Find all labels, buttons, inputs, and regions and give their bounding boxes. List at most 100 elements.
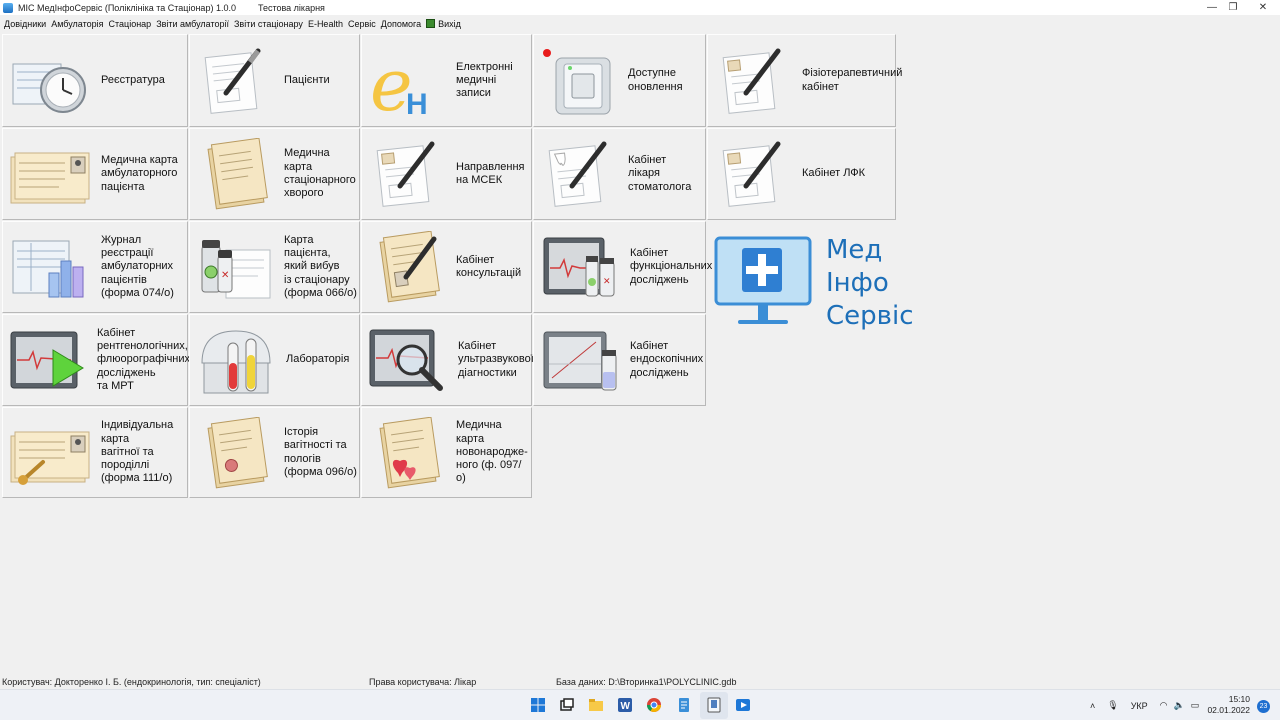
tile-kabinet-konsultatsii[interactable]: Кабінет консультацій <box>361 221 532 313</box>
ehealth-logo-icon: e H <box>370 44 428 118</box>
tile-kabinet-endoskopichnykh[interactable]: Кабінет ендоскопічних досліджень <box>533 314 706 406</box>
status-database: База даних: D:\Вторинка1\POLYCLINIC.gdb <box>556 677 737 687</box>
file-explorer-icon[interactable] <box>588 697 604 713</box>
tile-istoriia-vahitnosti[interactable]: Історія вагітності та пологів (форма 096… <box>189 407 360 498</box>
menu-servis[interactable]: Сервіс <box>348 19 376 29</box>
chrome-icon[interactable] <box>646 697 662 713</box>
tile-label: Кабінет ЛФК <box>802 167 866 180</box>
medical-card-icon <box>10 152 90 204</box>
tile-zhurnal-reiestratsii[interactable]: Журнал реєстрації амбулаторних пацієнтів… <box>2 221 188 313</box>
tile-label: Карта пацієнта, який вибув із стаціонару… <box>284 233 357 299</box>
folder-pen-icon <box>379 231 440 303</box>
clock-date: 02.01.2022 <box>1207 705 1250 715</box>
tile-label: Електронні медичні записи <box>456 60 513 100</box>
clock[interactable]: 15:10 02.01.2022 <box>1207 694 1250 716</box>
menu-ambulatoriia[interactable]: Амбулаторія <box>51 19 103 29</box>
tile-label: Кабінет функціональних досліджень <box>630 247 713 286</box>
windows-start-icon[interactable] <box>530 697 546 713</box>
medinfoservis-logo-icon <box>714 236 812 324</box>
switch-icon <box>543 48 611 114</box>
tile-kabinet-funktsionalnykh[interactable]: ✕ Кабінет функціональних досліджень <box>533 221 712 313</box>
tile-label: Журнал реєстрації амбулаторних пацієнтів… <box>101 233 174 299</box>
menu-exit[interactable]: Вихід <box>426 19 461 29</box>
svg-text:✕: ✕ <box>221 270 229 281</box>
menu-zvity-statsionaru[interactable]: Звіти стаціонару <box>234 19 303 29</box>
maximize-button[interactable]: ❐ <box>1216 0 1250 15</box>
svg-text:W: W <box>621 701 631 712</box>
tile-label: Медична карта амбулаторного пацієнта <box>101 154 178 193</box>
tile-label: Медична карта новонародже- ного (ф. 097/… <box>456 419 528 485</box>
monitor-vials-icon: ✕ <box>543 237 615 297</box>
notepad-icon[interactable] <box>676 697 692 713</box>
tile-karta-novonarodzhenoho[interactable]: Медична карта новонародже- ного (ф. 097/… <box>361 407 532 498</box>
volume-icon[interactable]: 🔈 <box>1174 700 1185 711</box>
endoscopy-monitor-icon <box>543 331 617 391</box>
tile-kabinet-lfk[interactable]: Кабінет ЛФК <box>707 128 896 220</box>
menu-bar: Довідники Амбулаторія Стаціонар Звіти ам… <box>0 16 1280 32</box>
tile-elektronni-zapysy[interactable]: e H Електронні медичні записи <box>361 34 532 127</box>
tile-label: Кабінет ультразвукової діагностики <box>458 340 534 379</box>
test-tubes-icon <box>201 330 271 394</box>
tile-dostupne-onovlennia[interactable]: Доступне оновлення <box>533 34 706 127</box>
tile-medychna-karta-statsionarnoho[interactable]: Медична карта стаціонарного хворого <box>189 128 360 220</box>
language-indicator[interactable]: УКР <box>1131 701 1148 711</box>
tile-label: Лабораторія <box>286 353 350 366</box>
wifi-icon[interactable]: ◠ <box>1160 700 1168 711</box>
logo-text: Мед Інфо Сервіс <box>826 235 914 331</box>
folder-card-icon <box>207 416 268 488</box>
menu-dovidnyky[interactable]: Довідники <box>4 19 46 29</box>
folder-card-icon <box>207 138 268 210</box>
menu-exit-label: Вихід <box>438 19 461 29</box>
menu-statsionar[interactable]: Стаціонар <box>109 19 152 29</box>
tile-individualna-karta-vahitnoi[interactable]: Індивідуальна карта вагітної та породілл… <box>2 407 188 498</box>
close-button[interactable]: ✕ <box>1246 0 1280 15</box>
window-subtitle: Тестова лікарня <box>257 2 325 13</box>
newborn-card-icon <box>379 416 440 488</box>
battery-icon[interactable]: ▭ <box>1191 700 1200 711</box>
tile-patsienty[interactable]: Пацієнти <box>189 34 360 127</box>
tile-label: Індивідуальна карта вагітної та породілл… <box>101 419 174 485</box>
notification-badge[interactable]: 23 <box>1257 700 1270 713</box>
title-bar: МІС МедІнфоСервіс (Поліклініка та Стаціо… <box>0 0 1280 15</box>
svg-text:✕: ✕ <box>603 277 611 287</box>
media-icon[interactable] <box>735 697 751 713</box>
taskview-icon[interactable] <box>559 697 575 713</box>
tile-fizioterapevtychnyi-kabinet[interactable]: Фізіотерапевтичний кабінет <box>707 34 902 127</box>
mis-app-icon[interactable] <box>706 697 722 713</box>
status-user: Користувач: Докторенко І. Б. (ендокринол… <box>2 677 261 687</box>
menu-dopomoga[interactable]: Допомога <box>381 19 421 29</box>
tile-label: Направлення на МСЕК <box>456 160 525 186</box>
microphone-icon[interactable]: 🎙 <box>1107 700 1118 711</box>
tile-kabinet-uzd[interactable]: Кабінет ультразвукової діагностики <box>361 314 534 406</box>
tile-label: Кабінет лікаря стоматолога <box>628 154 692 193</box>
status-bar: Користувач: Докторенко І. Б. (ендокринол… <box>0 675 1280 689</box>
tile-kabinet-rentgenolohichnykh[interactable]: Кабінет рентгенологічних, флюорографічни… <box>2 314 190 406</box>
tile-label: Медична карта стаціонарного хворого <box>284 147 356 200</box>
ultrasound-monitor-icon <box>369 329 443 391</box>
app-icon <box>3 2 13 13</box>
tile-napravlennia-msek[interactable]: Направлення на МСЕК <box>361 128 532 220</box>
window-title: МІС МедІнфоСервіс (Поліклініка та Стаціо… <box>18 2 236 13</box>
tile-karta-vybuv-statsionaru[interactable]: ✕ Карта пацієнта, який вибув із стаціона… <box>189 221 360 313</box>
tile-label: Історія вагітності та пологів (форма 096… <box>284 425 357 478</box>
pills-card-icon: ✕ <box>201 240 271 299</box>
system-tray: ˄ 🎙 УКР ◠ 🔈 ▭ <box>1090 690 1199 720</box>
tile-reiestratura[interactable]: Реєстратура <box>2 34 188 127</box>
pregnancy-card-icon <box>10 431 90 485</box>
tile-laboratoriia[interactable]: Лабораторія <box>189 314 360 406</box>
xray-monitor-icon <box>10 331 84 389</box>
tile-kabinet-stomatologa[interactable]: Кабінет лікаря стоматолога <box>533 128 706 220</box>
status-rights: Права користувача: Лікар <box>369 677 477 687</box>
tile-label: Кабінет ендоскопічних досліджень <box>630 340 704 379</box>
menu-ehealth[interactable]: E-Health <box>308 19 343 29</box>
document-pen-icon <box>722 141 781 207</box>
chevron-up-icon[interactable]: ˄ <box>1090 701 1095 711</box>
tile-label: Кабінет консультацій <box>456 253 522 279</box>
menu-zvity-ambulatorii[interactable]: Звіти амбулаторії <box>156 19 229 29</box>
word-icon[interactable]: W <box>617 697 633 713</box>
tile-label: Реєстратура <box>101 73 165 86</box>
clock-icon <box>12 63 86 113</box>
clock-time: 15:10 <box>1228 694 1250 704</box>
tile-label: Фізіотерапевтичний кабінет <box>802 67 903 93</box>
tile-medychna-karta-ambulatornoho[interactable]: Медична карта амбулаторного пацієнта <box>2 128 188 220</box>
